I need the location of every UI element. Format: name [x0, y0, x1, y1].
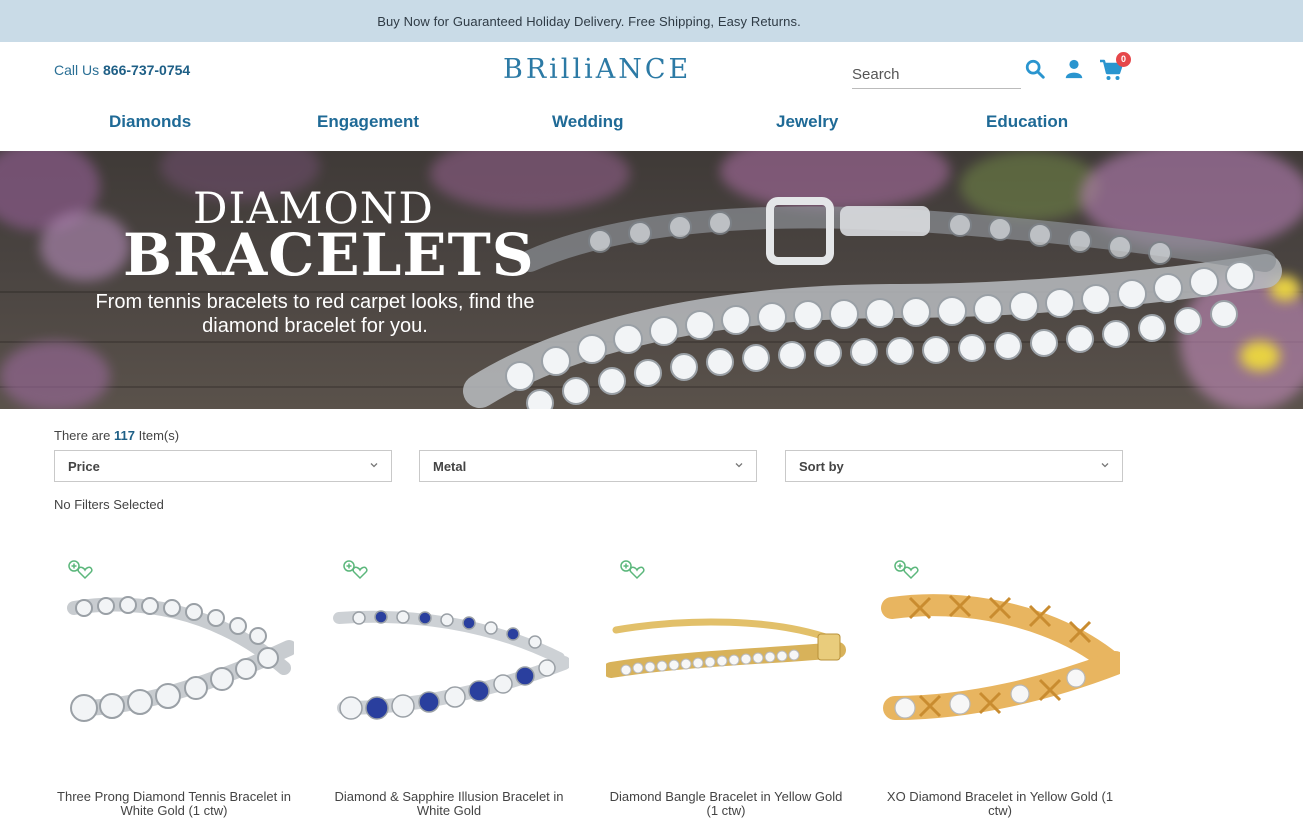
nav-item-jewelry[interactable]: Jewelry: [776, 112, 838, 132]
add-to-wishlist-icon[interactable]: [894, 560, 920, 580]
no-filters-text: No Filters Selected: [54, 497, 164, 512]
hero-banner: DIAMOND BRACELETS From tennis bracelets …: [0, 151, 1303, 409]
product-image[interactable]: [54, 578, 294, 768]
metal-filter-dropdown[interactable]: Metal: [419, 450, 757, 482]
item-count: There are 117 Item(s): [54, 428, 179, 443]
product-card[interactable]: Diamond & Sapphire Illusion Bracelet in …: [329, 560, 569, 823]
chevron-down-icon: [735, 463, 743, 468]
search-input[interactable]: [852, 58, 1021, 86]
product-name[interactable]: Diamond Bangle Bracelet in Yellow Gold (…: [606, 790, 846, 818]
nav-item-education[interactable]: Education: [986, 112, 1068, 132]
product-image[interactable]: [880, 578, 1120, 768]
product-card[interactable]: Three Prong Diamond Tennis Bracelet in W…: [54, 560, 294, 823]
product-image[interactable]: [329, 578, 569, 768]
product-image[interactable]: [606, 578, 846, 768]
hero-subtitle: From tennis bracelets to red carpet look…: [95, 291, 535, 337]
promo-text: Buy Now for Guaranteed Holiday Delivery.…: [377, 13, 801, 29]
price-filter-label: Price: [68, 458, 100, 474]
chevron-down-icon: [370, 463, 378, 468]
phone-contact[interactable]: Call Us 866-737-0754: [54, 62, 190, 78]
brand-logo[interactable]: BRilliANCE: [503, 54, 691, 85]
sort-by-label: Sort by: [799, 458, 844, 474]
promo-bar: Buy Now for Guaranteed Holiday Delivery.…: [0, 0, 1303, 42]
product-card[interactable]: Diamond Bangle Bracelet in Yellow Gold (…: [606, 560, 846, 823]
product-name[interactable]: Three Prong Diamond Tennis Bracelet in W…: [54, 790, 294, 818]
product-name[interactable]: Diamond & Sapphire Illusion Bracelet in …: [329, 790, 569, 818]
item-count-value: 117: [114, 428, 135, 443]
add-to-wishlist-icon[interactable]: [343, 560, 369, 580]
phone-number[interactable]: 866-737-0754: [103, 62, 190, 78]
user-icon[interactable]: [1063, 58, 1087, 82]
cart-count-badge: 0: [1116, 52, 1131, 67]
metal-filter-label: Metal: [433, 458, 467, 474]
add-to-wishlist-icon[interactable]: [68, 560, 94, 580]
phone-prefix: Call Us: [54, 62, 100, 78]
chevron-down-icon: [1101, 463, 1109, 468]
nav-item-engagement[interactable]: Engagement: [317, 112, 419, 132]
site-header: Call Us 866-737-0754 BRilliANCE 0: [0, 42, 1303, 102]
search-box: [852, 58, 1021, 89]
search-icon[interactable]: [1024, 58, 1048, 82]
product-name[interactable]: XO Diamond Bracelet in Yellow Gold (1 ct…: [880, 790, 1120, 818]
add-to-wishlist-icon[interactable]: [620, 560, 646, 580]
hero-title-line2: BRACELETS: [123, 221, 535, 289]
sort-by-dropdown[interactable]: Sort by: [785, 450, 1123, 482]
nav-item-diamonds[interactable]: Diamonds: [109, 112, 191, 132]
main-nav: Diamonds Engagement Wedding Jewelry Educ…: [0, 102, 1303, 151]
item-count-prefix: There are: [54, 428, 111, 443]
price-filter-dropdown[interactable]: Price: [54, 450, 392, 482]
nav-item-wedding[interactable]: Wedding: [552, 112, 623, 132]
item-count-suffix: Item(s): [138, 428, 180, 443]
product-card[interactable]: XO Diamond Bracelet in Yellow Gold (1 ct…: [880, 560, 1120, 823]
